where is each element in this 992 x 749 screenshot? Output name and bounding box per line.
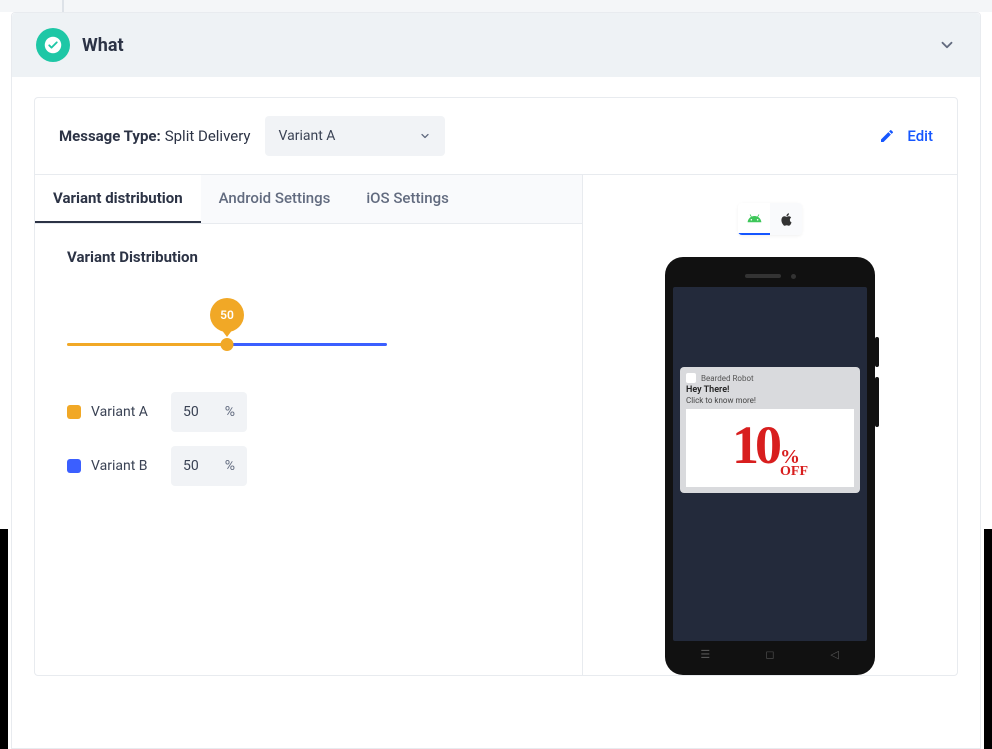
promo-percent: % (780, 448, 808, 466)
variant-a-label: Variant A (91, 404, 171, 420)
apple-icon (779, 212, 794, 227)
variant-select-value: Variant A (279, 128, 336, 144)
page-edge-left (0, 529, 8, 749)
tabs: Variant distribution Android Settings iO… (35, 175, 582, 224)
slider-handle[interactable] (221, 338, 234, 351)
variant-a-unit: % (225, 404, 235, 420)
nav-menu-icon: ☰ (701, 650, 710, 659)
settings-column: Variant distribution Android Settings iO… (35, 174, 583, 675)
slider-fill-b (227, 343, 387, 346)
variant-b-input[interactable]: 50 % (171, 446, 247, 486)
phone-nav-bar: ☰ ◻ ◁ (673, 641, 867, 667)
message-type-label: Message Type: (59, 127, 161, 145)
variant-row-b: Variant B 50 % (67, 446, 550, 486)
distribution-title: Variant Distribution (67, 248, 550, 266)
edit-label: Edit (907, 127, 933, 145)
top-divider (62, 0, 64, 12)
ios-preview-button[interactable] (770, 203, 802, 235)
promo-suffix: % OFF (780, 448, 808, 479)
promo-graphic: 10 % OFF (732, 418, 808, 479)
tab-ios[interactable]: iOS Settings (348, 175, 466, 223)
card-body: Variant distribution Android Settings iO… (35, 174, 957, 675)
os-toggle (738, 203, 802, 235)
notification-preview: Bearded Robot Hey There! Click to know m… (680, 367, 860, 493)
pencil-icon (879, 128, 895, 144)
phone-top (673, 265, 867, 287)
android-icon (747, 211, 762, 226)
phone-side-button (875, 337, 879, 367)
notification-image: 10 % OFF (686, 409, 854, 487)
notification-title: Hey There! (686, 385, 854, 395)
variant-a-value: 50 (183, 404, 215, 420)
variant-a-input[interactable]: 50 % (171, 392, 247, 432)
variant-b-value: 50 (183, 458, 215, 474)
message-type-value: Split Delivery (165, 127, 251, 145)
card-top-row: Message Type: Split Delivery Variant A E… (35, 98, 957, 174)
tab-distribution[interactable]: Variant distribution (35, 175, 201, 223)
phone-speaker (745, 274, 781, 278)
section-card: What Message Type: Split Delivery Varian… (11, 12, 981, 749)
section-content: Message Type: Split Delivery Variant A E… (12, 77, 980, 676)
check-icon (44, 36, 62, 54)
distribution-slider[interactable]: 50 (67, 304, 387, 364)
notification-body: Click to know more! (686, 396, 854, 405)
tab-android[interactable]: Android Settings (201, 175, 349, 223)
phone-side-button (875, 377, 879, 427)
variant-row-a: Variant A 50 % (67, 392, 550, 432)
chevron-down-icon (419, 130, 431, 142)
variant-a-swatch (67, 405, 81, 419)
variant-b-unit: % (225, 458, 235, 474)
notification-app-name: Bearded Robot (701, 374, 754, 383)
edit-button[interactable]: Edit (879, 127, 933, 145)
nav-home-icon: ◻ (765, 650, 774, 659)
top-background (0, 0, 992, 12)
slider-value-bubble: 50 (210, 298, 244, 332)
page-edge-right (984, 529, 992, 749)
variant-b-label: Variant B (91, 458, 171, 474)
phone-camera (791, 274, 796, 279)
android-preview-button[interactable] (738, 203, 770, 235)
phone-preview: Bearded Robot Hey There! Click to know m… (665, 257, 875, 675)
nav-back-icon: ◁ (830, 650, 839, 659)
chevron-down-icon[interactable] (938, 36, 956, 54)
notification-app-icon (686, 373, 696, 383)
slider-fill-a (67, 343, 227, 346)
phone-screen: Bearded Robot Hey There! Click to know m… (673, 287, 867, 641)
distribution-panel: Variant Distribution 50 Variant A (35, 224, 582, 524)
promo-number: 10 (732, 418, 778, 472)
preview-column: Bearded Robot Hey There! Click to know m… (583, 174, 957, 675)
promo-off: OFF (780, 466, 808, 479)
variant-select[interactable]: Variant A (265, 116, 445, 156)
section-header[interactable]: What (12, 13, 980, 77)
section-title: What (82, 35, 938, 56)
notification-header: Bearded Robot (686, 373, 854, 383)
inner-card: Message Type: Split Delivery Variant A E… (34, 97, 958, 676)
check-badge (36, 28, 70, 62)
variant-b-swatch (67, 459, 81, 473)
